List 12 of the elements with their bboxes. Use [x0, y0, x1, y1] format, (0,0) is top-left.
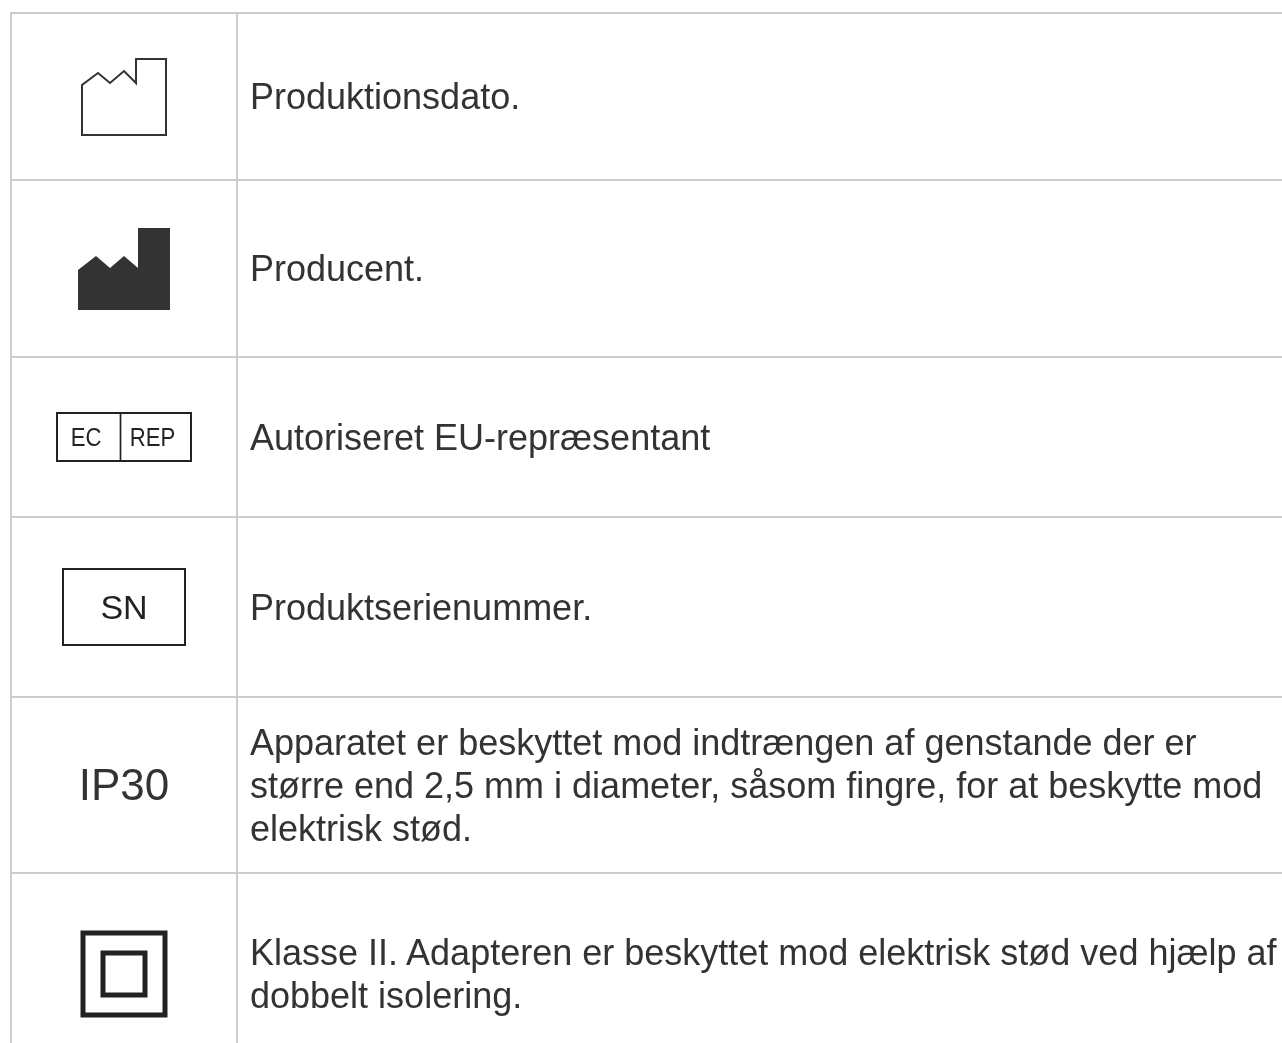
- serial-number-symbol: SN: [62, 568, 186, 646]
- factory-outline-icon: [80, 56, 168, 137]
- symbol-description: Klasse II. Adapteren er beskyttet mod elektrisk stød ved hjælp af dobbelt isolering.: [250, 931, 1278, 1017]
- symbol-description: Produktserienummer.: [250, 585, 593, 629]
- double-square-icon: [80, 930, 168, 1018]
- symbol-description: Producent.: [250, 247, 425, 290]
- ip-rating-text: IP30: [78, 760, 170, 810]
- factory-icon: [78, 227, 170, 310]
- symbol-description: Apparatet er beskyttet mod indtrængen af genstande der er større end 2,5 mm i diameter, såsom fingre, for at beskytte mod elektrisk stød.: [250, 720, 1264, 850]
- ec-rep-symbol: EC REP: [56, 412, 192, 462]
- symbol-description: Autoriseret EU-repræsentant: [250, 415, 711, 459]
- symbol-description: Produktionsdato.: [250, 75, 521, 118]
